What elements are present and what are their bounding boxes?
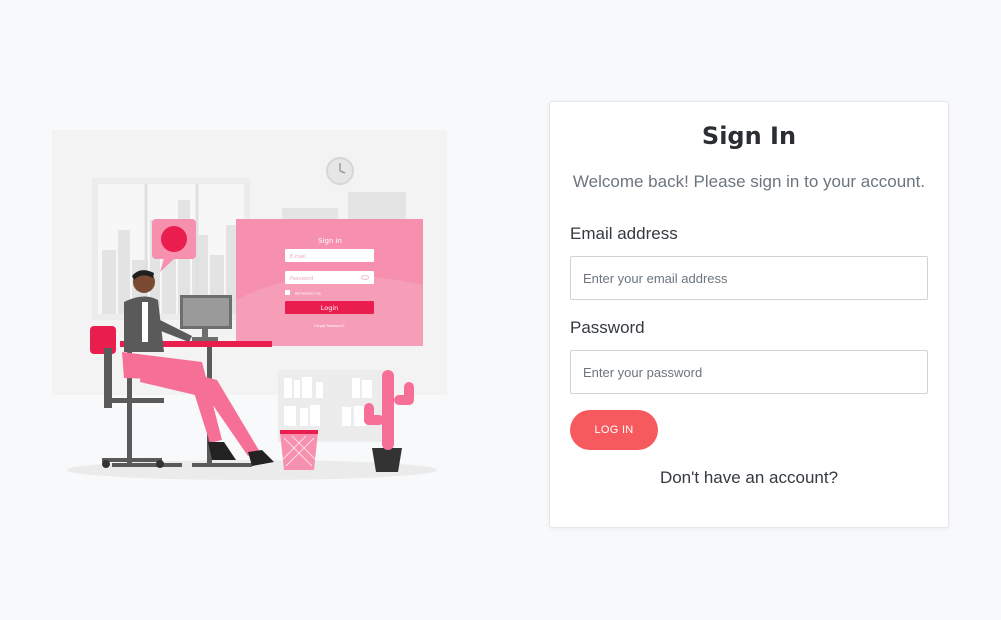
email-label: Email address [570,224,678,243]
chair-seat [104,398,164,403]
login-card: Sign In Welcome back! Please sign in to … [549,101,949,528]
wastebasket [280,432,318,470]
mock-signin-title: Sign in [318,237,342,245]
welcome-subtitle: Welcome back! Please sign in to your acc… [572,172,926,191]
person-at-desk-illustration: Sign in E-mail Password Remember me Logi… [52,130,447,480]
password-field[interactable] [570,350,928,394]
mock-email-placeholder: E-mail [290,254,306,260]
chair-back [90,326,116,354]
signup-link[interactable]: Don't have an account? [550,468,948,488]
mock-forgot-link: Forgot Password? [314,324,345,328]
login-illustration: Sign in E-mail Password Remember me Logi… [52,130,447,485]
password-label: Password [570,318,645,337]
notification-dot-icon [161,226,187,252]
mock-login-label: Login [321,304,339,312]
login-button[interactable]: LOG IN [570,410,658,450]
plant-pot [372,448,402,472]
mock-password-placeholder: Password [290,276,313,282]
mock-checkbox [285,290,290,295]
page-title: Sign In [701,122,797,150]
email-field[interactable] [570,256,928,300]
cactus [382,370,394,450]
mock-remember-label: Remember me [295,292,321,296]
